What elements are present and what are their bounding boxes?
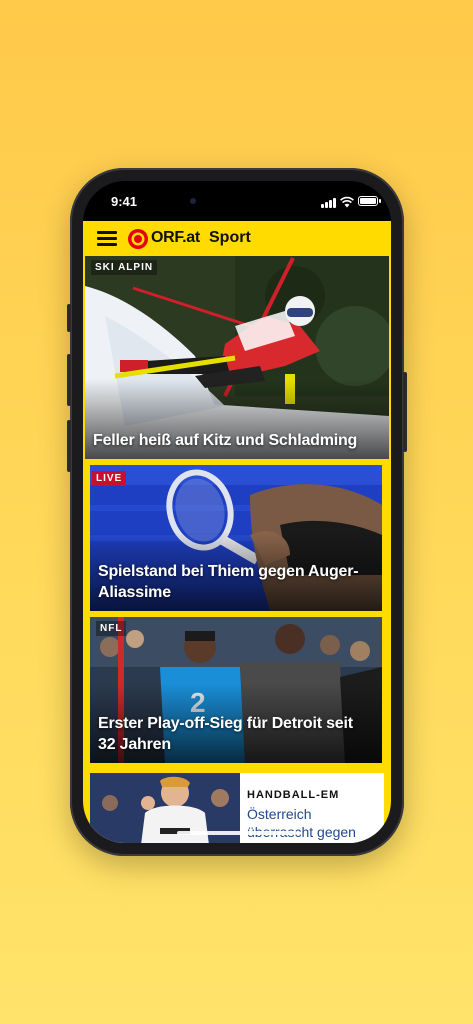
- section-title: Sport: [209, 229, 251, 246]
- status-time: 9:41: [111, 194, 138, 209]
- wifi-icon: [340, 196, 354, 208]
- menu-icon[interactable]: [97, 231, 117, 246]
- article-nfl[interactable]: 2 NFL Erster Play-off-Sieg für Detroit s…: [90, 617, 382, 763]
- article-tennis[interactable]: LIVE Spielstand bei Thiem gegen Auger-Al…: [90, 465, 382, 611]
- article-headline: Feller heiß auf Kitz und Schladming: [93, 432, 358, 449]
- dynamic-island: [183, 189, 291, 211]
- volume-up-button: [67, 354, 71, 406]
- home-indicator[interactable]: [177, 831, 297, 835]
- app-header: ORF.at Sport: [83, 221, 391, 255]
- power-button: [403, 372, 407, 452]
- volume-down-button: [67, 420, 71, 472]
- signal-icon: [321, 198, 337, 208]
- article-hero-ski[interactable]: SKI ALPIN Feller heiß auf Kitz und Schla…: [85, 256, 389, 459]
- article-category: NFL: [96, 621, 127, 636]
- orf-logo-icon[interactable]: [127, 228, 149, 250]
- mute-switch: [67, 304, 71, 332]
- brand-name[interactable]: ORF.at: [151, 229, 200, 247]
- battery-icon: [358, 196, 381, 206]
- article-headline: Österreich überrascht gegen Kroatien: [247, 806, 356, 843]
- app-content: ORF.at Sport SKI ALPIN Feller heiß auf K…: [83, 221, 391, 843]
- phone-frame: 9:41 ORF.at Sport SKI ALPIN Feller heiß …: [67, 168, 407, 856]
- article-headline: Erster Play-off-Sieg für Detroit seit 32…: [98, 715, 353, 753]
- live-badge: LIVE: [92, 471, 127, 486]
- article-headline: Spielstand bei Thiem gegen Auger-Aliassi…: [98, 563, 359, 601]
- article-category: SKI ALPIN: [91, 260, 158, 275]
- article-category: HANDBALL-EM: [247, 789, 340, 801]
- phone-screen: 9:41 ORF.at Sport SKI ALPIN Feller heiß …: [83, 181, 391, 843]
- status-bar: 9:41: [83, 181, 391, 221]
- front-camera: [190, 198, 196, 204]
